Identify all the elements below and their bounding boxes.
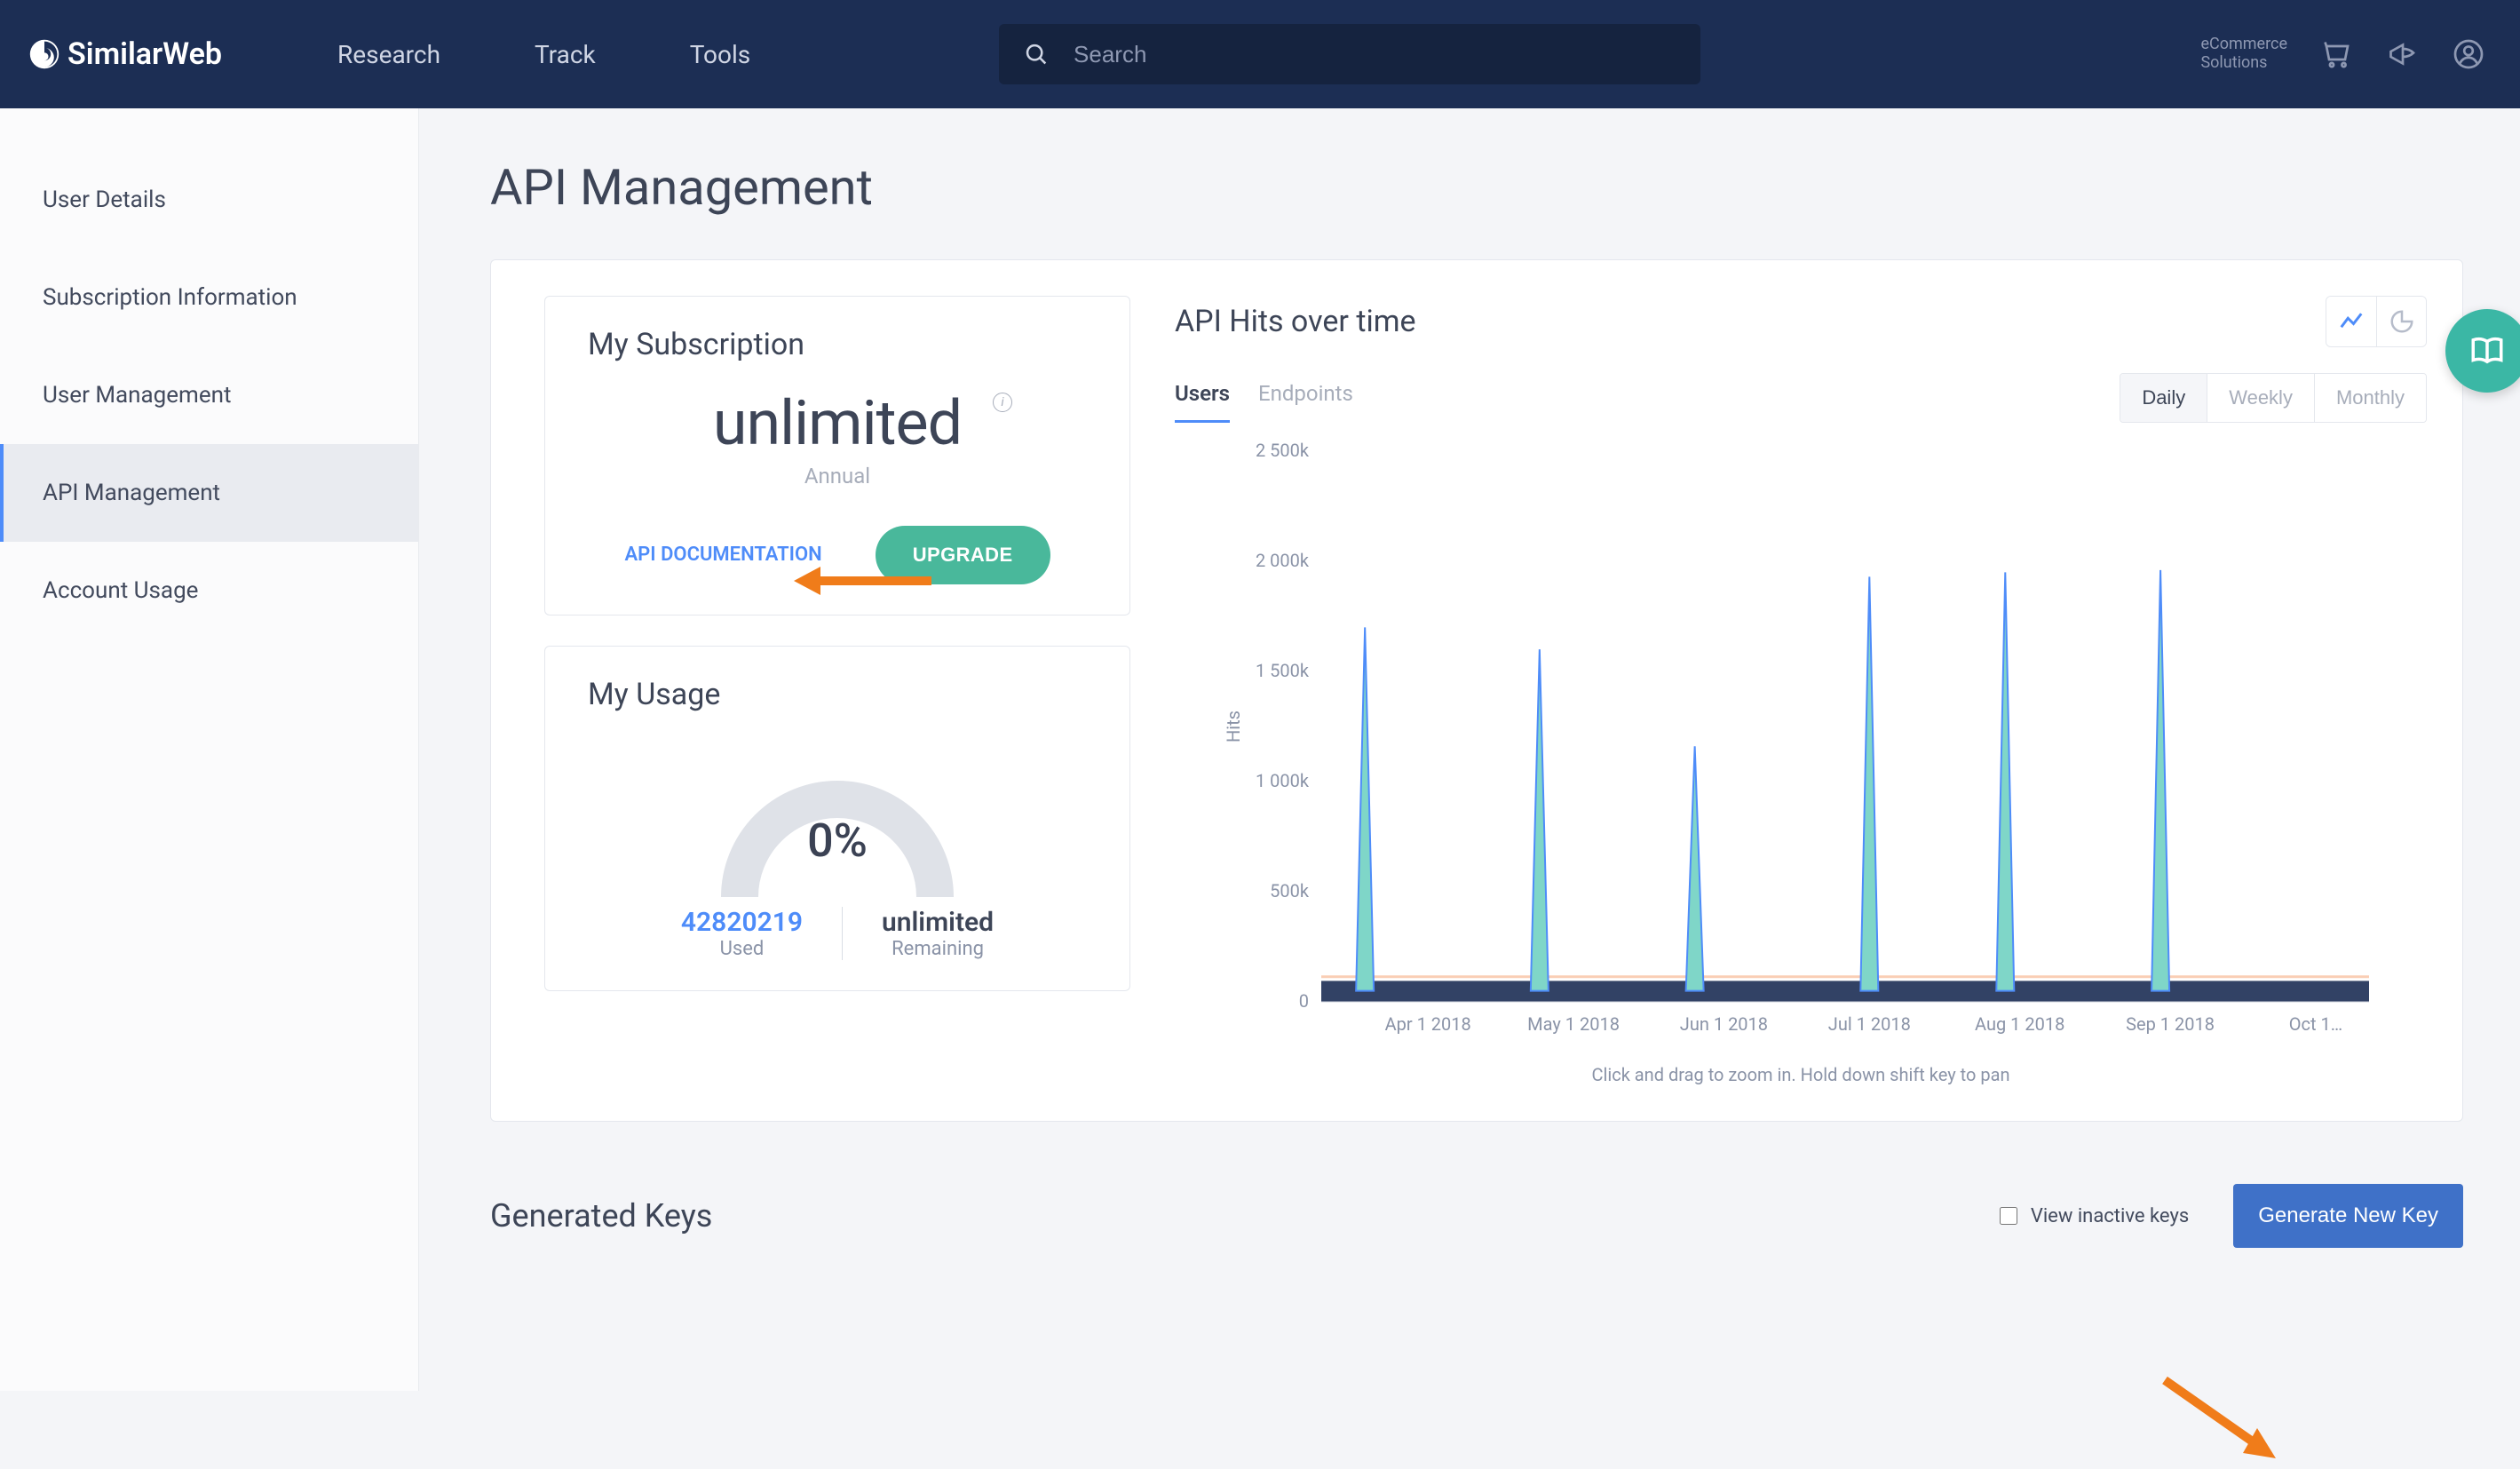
svg-text:May 1 2018: May 1 2018 [1527, 1013, 1620, 1035]
line-chart-icon [2338, 308, 2365, 335]
view-inactive-keys-label: View inactive keys [2031, 1205, 2189, 1227]
svg-text:Jun 1 2018: Jun 1 2018 [1680, 1013, 1768, 1035]
svg-text:Sep 1 2018: Sep 1 2018 [2126, 1013, 2215, 1035]
view-inactive-keys-checkbox[interactable]: View inactive keys [1996, 1204, 2189, 1227]
generate-new-key-button[interactable]: Generate New Key [2233, 1184, 2463, 1248]
annotation-arrow-icon [2156, 1371, 2280, 1469]
time-range-switch: Daily Weekly Monthly [2120, 373, 2427, 423]
top-nav: Research Track Tools [337, 40, 750, 69]
nav-track[interactable]: Track [535, 40, 596, 69]
help-fab[interactable] [2445, 309, 2520, 393]
range-weekly[interactable]: Weekly [2207, 374, 2314, 422]
nav-research[interactable]: Research [337, 40, 440, 69]
chart-view-switch [2326, 296, 2427, 347]
svg-text:Apr 1 2018: Apr 1 2018 [1385, 1013, 1471, 1035]
svg-text:Jul 1 2018: Jul 1 2018 [1828, 1013, 1911, 1035]
header-right: eCommerce Solutions [2200, 36, 2484, 72]
sidebar: User Details Subscription Information Us… [0, 108, 419, 1391]
svg-text:Aug 1 2018: Aug 1 2018 [1975, 1013, 2064, 1035]
subscription-title: My Subscription [588, 327, 1087, 362]
topbar: SimilarWeb Research Track Tools eCommerc… [0, 0, 2520, 108]
hits-title: API Hits over time [1175, 304, 1416, 339]
brand-logo[interactable]: SimilarWeb [28, 36, 222, 72]
svg-text:Hits: Hits [1223, 711, 1244, 742]
line-chart-view-button[interactable] [2326, 297, 2376, 346]
usage-used-label: Used [681, 938, 803, 960]
search-icon [1024, 41, 1049, 67]
ecom-line1: eCommerce [2200, 36, 2287, 54]
tab-endpoints[interactable]: Endpoints [1258, 372, 1353, 423]
search-box[interactable] [999, 24, 1700, 84]
subscription-value: unlimited [588, 387, 1087, 460]
sidebar-item-account-usage[interactable]: Account Usage [0, 542, 418, 639]
usage-card: My Usage 0% 42820219 Used unlimited Rema… [544, 646, 1130, 991]
sidebar-item-label: Account Usage [43, 577, 198, 604]
usage-percent: 0% [807, 814, 868, 868]
svg-text:500k: 500k [1270, 880, 1310, 901]
svg-text:0: 0 [1299, 990, 1309, 1012]
svg-text:1 500k: 1 500k [1256, 660, 1310, 681]
brand-mark-icon [28, 38, 60, 70]
search-input[interactable] [1072, 40, 1676, 69]
main-content: API Management My Subscription i unlimit… [419, 108, 2520, 1391]
ecom-line2: Solutions [2200, 54, 2287, 73]
sidebar-item-user-management[interactable]: User Management [0, 346, 418, 444]
usage-remaining-value: unlimited [882, 907, 994, 938]
svg-text:2 500k: 2 500k [1256, 440, 1310, 461]
announcements-icon[interactable] [2387, 38, 2419, 70]
sidebar-item-user-details[interactable]: User Details [0, 151, 418, 249]
pie-chart-icon [2389, 308, 2415, 335]
info-icon[interactable]: i [993, 393, 1012, 412]
view-inactive-keys-input[interactable] [2000, 1207, 2017, 1225]
range-daily[interactable]: Daily [2120, 374, 2207, 422]
svg-text:2 000k: 2 000k [1256, 550, 1310, 571]
generated-keys-header: Generated Keys View inactive keys Genera… [490, 1184, 2463, 1248]
sidebar-item-label: User Details [43, 187, 166, 213]
sidebar-item-label: User Management [43, 382, 232, 409]
tab-users[interactable]: Users [1175, 372, 1230, 423]
book-icon [2468, 332, 2506, 369]
sidebar-item-api-management[interactable]: API Management [0, 444, 418, 542]
generated-keys-title: Generated Keys [490, 1197, 712, 1235]
dashboard-panel: My Subscription i unlimited Annual API D… [490, 259, 2463, 1122]
pie-chart-view-button[interactable] [2376, 297, 2426, 346]
sidebar-item-label: Subscription Information [43, 284, 297, 311]
svg-text:Oct 1…: Oct 1… [2289, 1013, 2342, 1035]
brand-name: SimilarWeb [67, 36, 222, 72]
hits-chart[interactable]: 0 500k 1 000k 1 500k 2 000k 2 500k Hits Apr 1 2… [1175, 433, 2427, 1055]
api-documentation-link[interactable]: API DOCUMENTATION [624, 542, 821, 568]
chart-hint: Click and drag to zoom in. Hold down shi… [1175, 1064, 2427, 1085]
ecommerce-solutions-link[interactable]: eCommerce Solutions [2200, 36, 2287, 72]
cart-icon[interactable] [2321, 38, 2353, 70]
usage-used-value: 42820219 [681, 907, 803, 938]
subscription-period: Annual [588, 464, 1087, 488]
sidebar-item-label: API Management [43, 480, 220, 506]
upgrade-button[interactable]: UPGRADE [876, 526, 1050, 584]
user-account-icon[interactable] [2453, 38, 2484, 70]
range-monthly[interactable]: Monthly [2314, 374, 2426, 422]
subscription-card: My Subscription i unlimited Annual API D… [544, 296, 1130, 615]
sidebar-item-subscription-info[interactable]: Subscription Information [0, 249, 418, 346]
page-title: API Management [490, 158, 2463, 217]
nav-tools[interactable]: Tools [690, 40, 751, 69]
usage-title: My Usage [588, 677, 720, 712]
usage-remaining-label: Remaining [882, 938, 994, 960]
svg-text:1 000k: 1 000k [1256, 770, 1310, 791]
